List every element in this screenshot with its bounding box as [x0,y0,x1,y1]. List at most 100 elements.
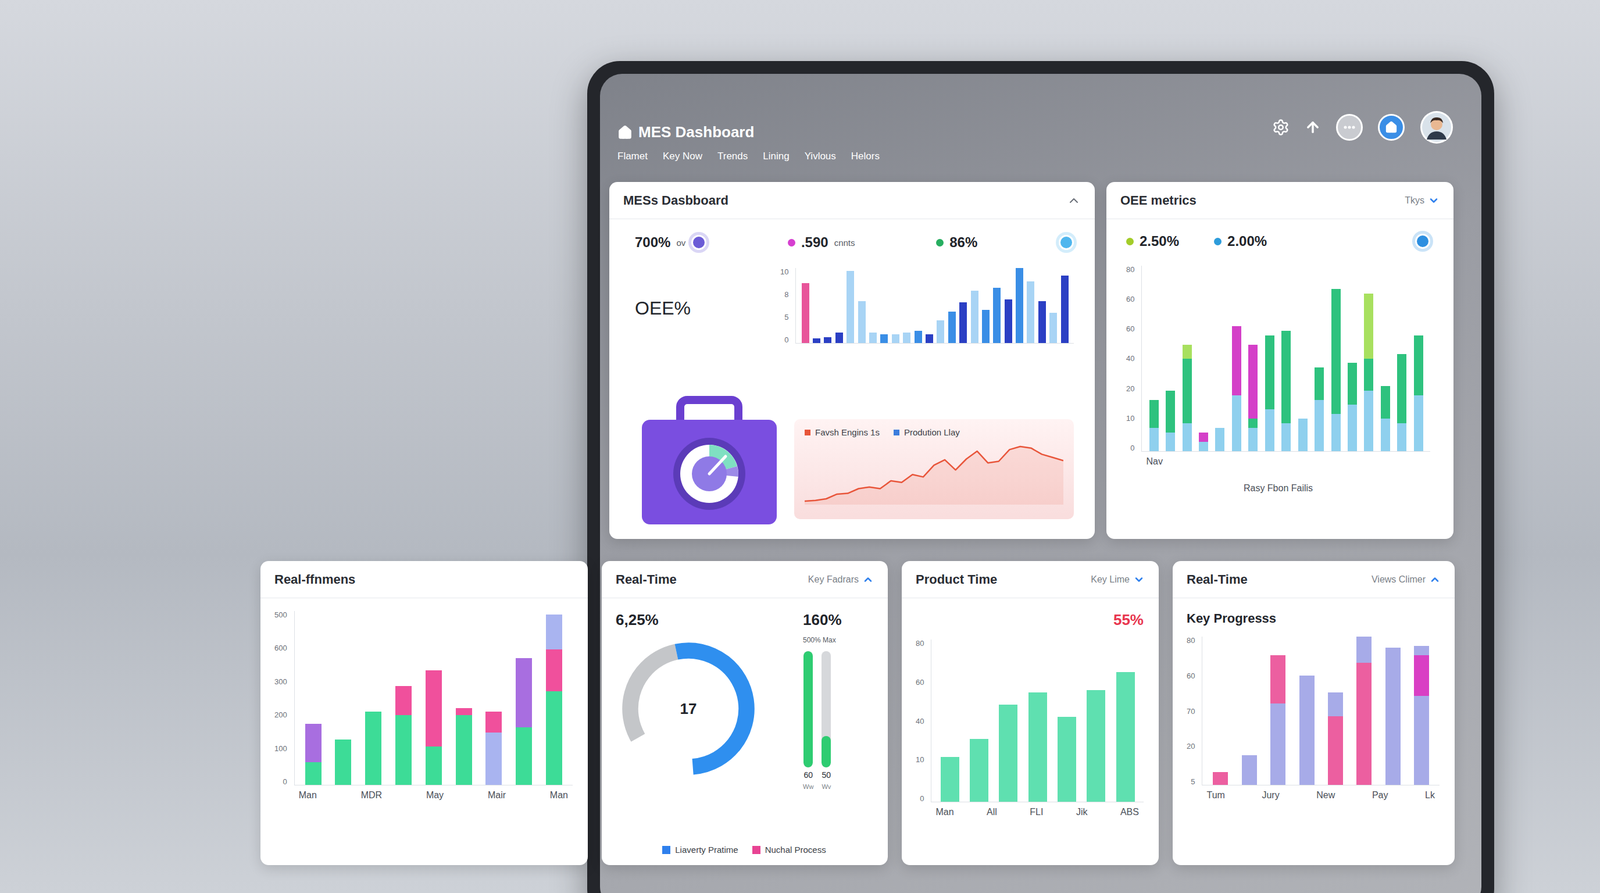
bar-segment [940,756,960,802]
bar[interactable] [948,268,956,344]
bar[interactable] [1299,636,1315,785]
axis-tick: 60 [1186,672,1195,680]
nav-item[interactable]: Key Now [662,150,703,163]
axis-tick: 0 [919,794,924,803]
bar[interactable] [1270,636,1286,785]
bar[interactable] [1038,268,1046,344]
nav-item[interactable]: Lining [762,150,789,163]
bar[interactable] [1231,265,1242,452]
chevron-up-icon[interactable] [1066,193,1081,208]
bar-segment [1049,312,1057,344]
bar[interactable] [545,611,563,785]
bar[interactable] [970,268,979,344]
bar[interactable] [998,639,1018,802]
metric-label: OEE% [634,297,781,320]
bar[interactable] [993,268,1001,344]
bar[interactable] [969,639,989,802]
bar[interactable] [936,268,945,344]
dropdown[interactable]: Tkys [1404,194,1440,207]
bar[interactable] [1215,265,1225,452]
nav-item[interactable]: Flamet [617,150,648,163]
highlight-value: 55% [1113,611,1144,630]
legend-swatch [804,429,811,436]
legend-swatch [893,429,900,436]
bar[interactable] [801,268,810,344]
bar[interactable] [1397,265,1407,452]
bar[interactable] [1015,268,1024,344]
bar[interactable] [891,268,900,344]
bar[interactable] [880,268,888,344]
card-header: Real-ffnmens [260,561,588,599]
bar[interactable] [425,611,442,785]
bar[interactable] [1241,636,1257,785]
bar[interactable] [455,611,473,785]
home-button[interactable] [1377,113,1405,141]
more-button[interactable] [1336,113,1363,141]
bar[interactable] [395,611,412,785]
nav-item[interactable]: Yivlous [804,150,837,163]
bar[interactable] [1347,265,1357,452]
bar[interactable] [1413,265,1424,452]
bar-segment [1413,645,1430,656]
bar[interactable] [959,268,967,344]
bar[interactable] [1331,265,1341,452]
bar[interactable] [1265,265,1275,452]
bar[interactable] [981,268,990,344]
bar-segment [1061,275,1069,344]
bar[interactable] [1281,265,1291,452]
bar[interactable] [940,639,960,802]
bar-chart: 806070205TumJuryNewPayLk [1186,636,1440,801]
bar[interactable] [902,268,911,344]
bar[interactable] [1057,639,1077,802]
bar[interactable] [812,268,821,344]
bar[interactable] [1248,265,1258,452]
bar[interactable] [515,611,532,785]
bar[interactable] [846,268,855,344]
axis-tick: 20 [1126,384,1135,393]
stat-value: .590 [801,234,829,251]
settings-icon[interactable] [1272,118,1290,137]
line-chart-card: Favsh Engins 1sProdution Llay [794,419,1074,520]
bar[interactable] [1165,265,1175,452]
bar[interactable] [1363,265,1374,452]
bar[interactable] [1026,268,1035,344]
bar[interactable] [823,268,832,344]
bar[interactable] [1116,639,1135,802]
plot-area [294,611,573,786]
bar[interactable] [1327,636,1344,785]
bar[interactable] [1028,639,1048,802]
bar[interactable] [1198,265,1209,452]
dropdown[interactable]: Views Climer [1371,573,1441,586]
stat-value: 2.00% [1227,233,1267,250]
bar[interactable] [365,611,382,785]
nav-item[interactable]: Trends [717,150,748,163]
bar[interactable] [1086,639,1106,802]
right-value: 160% [802,611,873,630]
bar[interactable] [1298,265,1308,452]
bar[interactable] [835,268,844,344]
bar[interactable] [914,268,923,344]
bar[interactable] [1049,268,1057,344]
bar[interactable] [1314,265,1324,452]
bar[interactable] [858,268,866,344]
upload-icon[interactable] [1304,119,1321,136]
bar[interactable] [1212,636,1228,785]
avatar-icon[interactable] [1419,110,1454,145]
bar-segment [925,334,934,344]
bar[interactable] [925,268,934,344]
bar[interactable] [1182,265,1192,452]
bar[interactable] [1061,268,1069,344]
bar[interactable] [485,611,502,785]
bar[interactable] [1356,636,1372,785]
bar[interactable] [1385,636,1401,785]
bar[interactable] [1413,636,1430,785]
dropdown[interactable]: Key Fadrars [808,573,874,586]
bar[interactable] [334,611,352,785]
bar[interactable] [305,611,322,785]
bar[interactable] [1149,265,1159,452]
bar[interactable] [1380,265,1391,452]
bar[interactable] [869,268,877,344]
nav-item[interactable]: Helors [851,150,880,163]
dropdown[interactable]: Key Lime [1090,573,1145,586]
bar[interactable] [1004,268,1013,344]
